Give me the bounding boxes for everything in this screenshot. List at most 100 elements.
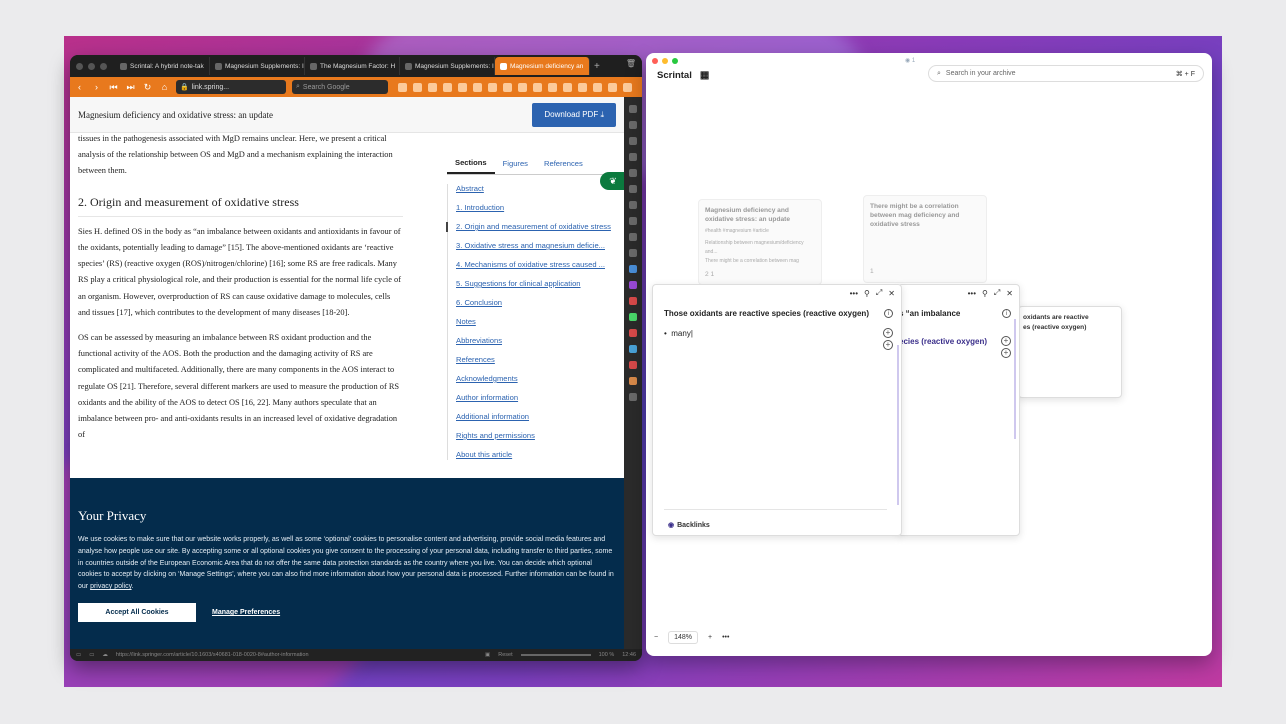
- extension-icon[interactable]: [413, 82, 422, 92]
- extension-icon[interactable]: [458, 82, 467, 92]
- pin-icon[interactable]: ⚲: [864, 289, 870, 298]
- panel-icon[interactable]: [629, 377, 637, 385]
- extension-icon[interactable]: [593, 82, 602, 92]
- new-tab-icon[interactable]: +: [594, 61, 600, 72]
- card-panel[interactable]: ••• ⚲ ⤢ ✕ s “an imbalance i ecies (react…: [898, 284, 1020, 536]
- scrollbar[interactable]: [1014, 319, 1016, 439]
- toc-link[interactable]: Additional information: [456, 412, 617, 422]
- rewind-icon[interactable]: ⏮: [108, 82, 119, 93]
- panel-icon[interactable]: [629, 265, 637, 273]
- browser-tab-active[interactable]: Magnesium deficiency an: [495, 57, 590, 75]
- download-pdf-button[interactable]: Download PDF ⤓: [532, 102, 616, 127]
- panel-icon[interactable]: [629, 313, 637, 321]
- toc-link[interactable]: 3. Oxidative stress and magnesium defici…: [456, 241, 617, 251]
- toc-link[interactable]: Rights and permissions: [456, 431, 617, 441]
- min-dot[interactable]: [662, 58, 668, 64]
- toc-link[interactable]: 1. Introduction: [456, 203, 617, 213]
- more-icon[interactable]: •••: [968, 289, 976, 298]
- panel-icon[interactable]: [629, 233, 637, 241]
- info-icon[interactable]: i: [884, 309, 893, 318]
- toc-link-current[interactable]: 2. Origin and measurement of oxidative s…: [446, 222, 617, 232]
- accept-all-cookies-button[interactable]: Accept All Cookies: [78, 602, 196, 622]
- expand-icon[interactable]: ⤢: [876, 288, 882, 298]
- toc-link[interactable]: 5. Suggestions for clinical application: [456, 279, 617, 289]
- panel-icon[interactable]: [629, 329, 637, 337]
- downloads-icon[interactable]: [629, 137, 637, 145]
- tab-references[interactable]: References: [536, 153, 591, 174]
- background-card[interactable]: Magnesium deficiency and oxidative stres…: [698, 199, 822, 285]
- extension-icon[interactable]: [488, 82, 497, 92]
- reading-list-icon[interactable]: [629, 121, 637, 129]
- toc-link[interactable]: About this article: [456, 450, 617, 460]
- history-icon[interactable]: [629, 153, 637, 161]
- reload-icon[interactable]: ↻: [142, 82, 153, 93]
- add-icon[interactable]: +: [1001, 336, 1011, 346]
- app-logo[interactable]: Scrintal: [657, 70, 692, 81]
- tab-figures[interactable]: Figures: [495, 153, 536, 174]
- backlinks-toggle[interactable]: ◉ Backlinks: [668, 521, 710, 530]
- pin-icon[interactable]: ⚲: [982, 289, 988, 298]
- min-dot[interactable]: [88, 62, 95, 70]
- max-dot[interactable]: [672, 58, 678, 64]
- extension-icon[interactable]: [503, 82, 512, 92]
- toc-link[interactable]: Abbreviations: [456, 336, 617, 346]
- zoom-in-button[interactable]: +: [708, 634, 712, 641]
- archive-search-input[interactable]: ⌕ Search in your archive ⌘ + F: [928, 65, 1204, 82]
- extension-icon[interactable]: [563, 82, 572, 92]
- toc-link[interactable]: Abstract: [456, 184, 617, 194]
- trash-icon[interactable]: 🗑: [626, 59, 636, 68]
- toc-link[interactable]: 6. Conclusion: [456, 298, 617, 308]
- cloud-icon[interactable]: ☁: [102, 652, 108, 658]
- search-field[interactable]: ⌕ Search Google: [292, 80, 388, 94]
- privacy-policy-link[interactable]: privacy policy: [90, 583, 132, 590]
- extension-icon[interactable]: [443, 82, 452, 92]
- close-icon[interactable]: ✕: [1006, 289, 1013, 298]
- extension-icon[interactable]: [608, 82, 617, 92]
- browser-tab[interactable]: Scrintal: A hybrid note-tak: [115, 57, 210, 75]
- browser-tab[interactable]: Magnesium Supplements: I: [210, 57, 305, 75]
- toc-link[interactable]: Notes: [456, 317, 617, 327]
- window-icon[interactable]: [629, 185, 637, 193]
- extension-icon[interactable]: [533, 82, 542, 92]
- panel-icon[interactable]: [629, 361, 637, 369]
- panel-toggle-icon[interactable]: ▭: [76, 652, 81, 658]
- bullet-item[interactable]: • many|: [664, 329, 693, 338]
- card-panel-active[interactable]: ••• ⚲ ⤢ ✕ Those oxidants are reactive sp…: [652, 284, 902, 536]
- fast-forward-icon[interactable]: ⏭: [125, 82, 136, 93]
- toc-link[interactable]: 4. Mechanisms of oxidative stress caused…: [456, 260, 617, 270]
- scrollbar[interactable]: [897, 345, 899, 505]
- grid-menu-icon[interactable]: ▦: [700, 70, 709, 81]
- card-panel[interactable]: oxidants are reactive es (reactive oxyge…: [1018, 306, 1122, 398]
- max-dot[interactable]: [100, 62, 107, 70]
- extension-icon[interactable]: [548, 82, 557, 92]
- add-icon[interactable]: +: [883, 328, 893, 338]
- panel-icon[interactable]: [629, 297, 637, 305]
- info-icon[interactable]: i: [1002, 309, 1011, 318]
- home-icon[interactable]: ⌂: [159, 82, 170, 92]
- toc-link[interactable]: Acknowledgments: [456, 374, 617, 384]
- tab-sections[interactable]: Sections: [447, 153, 495, 174]
- address-bar[interactable]: 🔒 link.spring...: [176, 80, 286, 94]
- extension-icon[interactable]: [428, 82, 437, 92]
- extension-icon[interactable]: [518, 82, 527, 92]
- more-icon[interactable]: •••: [850, 289, 858, 298]
- image-icon[interactable]: ▣: [485, 652, 490, 658]
- tools-icon[interactable]: [629, 201, 637, 209]
- zoom-out-button[interactable]: −: [654, 634, 658, 641]
- extension-leaf-icon[interactable]: ❦: [600, 172, 624, 190]
- extension-icon[interactable]: [623, 82, 632, 92]
- close-dot[interactable]: [76, 62, 83, 70]
- back-icon[interactable]: ‹: [74, 82, 85, 92]
- add-icon[interactable]: +: [1001, 348, 1011, 358]
- forward-icon[interactable]: ›: [91, 82, 102, 92]
- add-icon[interactable]: +: [883, 340, 893, 350]
- toc-link[interactable]: Author information: [456, 393, 617, 403]
- add-panel-icon[interactable]: [629, 393, 637, 401]
- bookmark-icon[interactable]: [629, 105, 637, 113]
- extension-icon[interactable]: [578, 82, 587, 92]
- expand-icon[interactable]: ⤢: [994, 288, 1000, 298]
- panel-icon[interactable]: [629, 217, 637, 225]
- background-card[interactable]: There might be a correlation between mag…: [863, 195, 987, 283]
- zoom-slider[interactable]: [520, 654, 591, 656]
- twitter-icon[interactable]: [629, 345, 637, 353]
